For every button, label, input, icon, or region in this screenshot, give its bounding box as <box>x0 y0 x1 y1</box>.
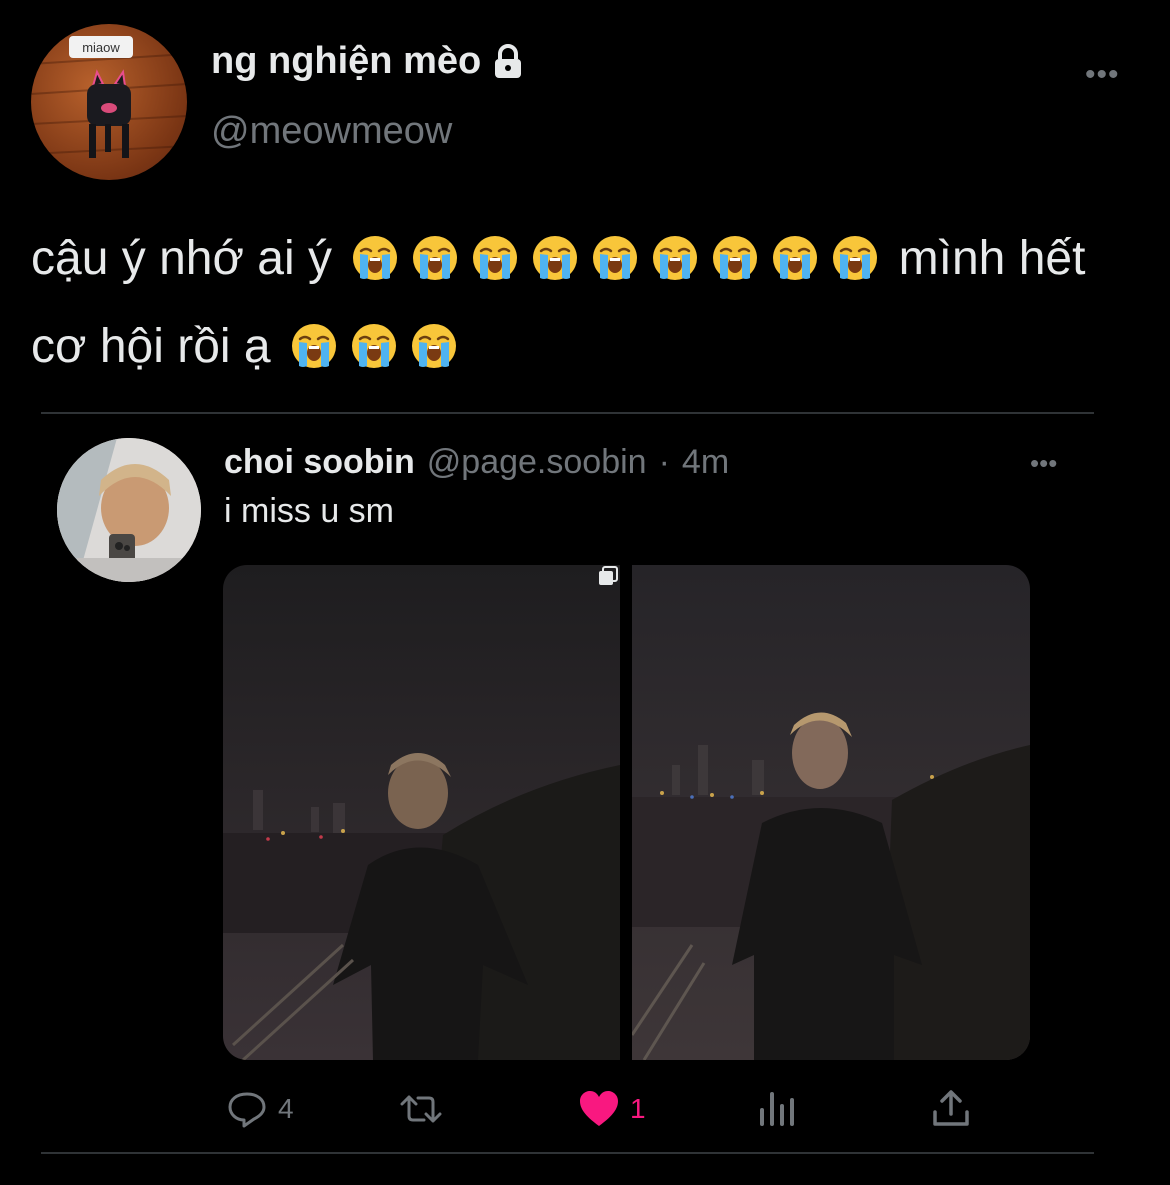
loudly-crying-face-icon <box>351 324 396 368</box>
divider <box>41 412 1094 414</box>
loudly-crying-face-icon <box>773 236 818 280</box>
quoted-header: choi soobin @page.soobin · 4m <box>224 443 729 482</box>
loudly-crying-face-icon <box>833 236 878 280</box>
quoted-text: i miss u sm <box>224 492 394 530</box>
tweet-text-part: cơ hội rồi ạ <box>31 320 271 373</box>
quoted-display-name[interactable]: choi soobin <box>224 443 415 482</box>
display-name[interactable]: ng nghiện mèo <box>211 40 527 83</box>
tweet-text: cậu ý nhớ ai ý mình hết cơ hội rồi ạ <box>31 215 1151 391</box>
loudly-crying-face-icon <box>653 236 698 280</box>
quoted-more-options-icon[interactable]: ••• <box>1030 450 1057 476</box>
like-count: 1 <box>630 1093 646 1124</box>
multi-image-icon <box>599 566 618 585</box>
reply-count: 4 <box>278 1093 294 1124</box>
loudly-crying-face-icon <box>533 236 578 280</box>
separator-dot: · <box>658 443 670 481</box>
divider <box>41 1152 1094 1154</box>
night-river-photo-2 <box>632 565 1030 1060</box>
emoji-group <box>284 320 464 373</box>
action-bar: 4 1 <box>0 1088 1170 1132</box>
loudly-crying-face-icon <box>413 236 458 280</box>
reply-icon <box>228 1092 266 1128</box>
night-river-photo-1 <box>223 565 620 1060</box>
loudly-crying-face-icon <box>353 236 398 280</box>
share-button[interactable] <box>930 1088 972 1130</box>
loudly-crying-face-icon <box>593 236 638 280</box>
analytics-icon <box>760 1092 794 1126</box>
share-icon <box>933 1090 969 1126</box>
avatar[interactable]: miaow <box>31 24 187 180</box>
tweet-text-part: mình hết <box>898 232 1086 285</box>
retweet-button[interactable] <box>400 1088 452 1130</box>
lock-icon <box>489 43 527 81</box>
media-photo-2[interactable] <box>632 565 1030 1060</box>
view-stats-button[interactable] <box>756 1088 798 1130</box>
loudly-crying-face-icon <box>291 324 336 368</box>
more-options-icon[interactable]: ••• <box>1085 60 1120 90</box>
quoted-handle[interactable]: @page.soobin <box>427 443 647 482</box>
retweet-icon <box>400 1095 442 1123</box>
reply-button[interactable]: 4 <box>226 1088 294 1130</box>
quoted-timestamp[interactable]: 4m <box>682 443 729 482</box>
quoted-avatar[interactable] <box>57 438 201 582</box>
loudly-crying-face-icon <box>713 236 758 280</box>
like-button[interactable]: 1 <box>578 1088 646 1130</box>
user-handle[interactable]: @meowmeow <box>211 110 452 153</box>
media-photo-1[interactable] <box>223 565 620 1060</box>
display-name-text: ng nghiện mèo <box>211 40 482 82</box>
quoted-avatar-image <box>57 438 201 582</box>
avatar-image: miaow <box>31 36 187 158</box>
loudly-crying-face-icon <box>473 236 518 280</box>
loudly-crying-face-icon <box>411 324 456 368</box>
emoji-group <box>345 232 885 285</box>
heart-icon <box>580 1091 618 1126</box>
tweet-text-part: cậu ý nhớ ai ý <box>31 232 332 285</box>
avatar-badge-text: miaow <box>82 40 120 55</box>
